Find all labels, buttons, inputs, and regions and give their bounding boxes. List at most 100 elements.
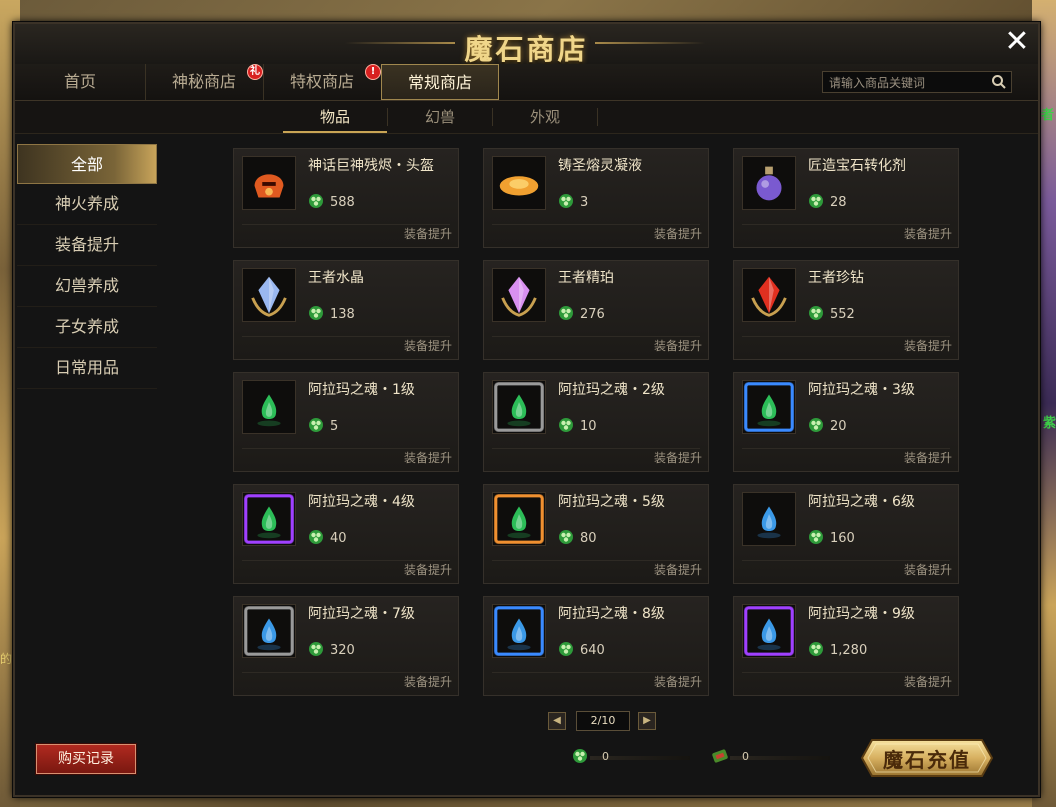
item-price: 5 <box>308 417 338 434</box>
price-value: 320 <box>330 643 355 658</box>
magic-stone-icon <box>808 306 830 322</box>
search-input[interactable] <box>827 73 991 93</box>
item-card[interactable]: 阿拉玛之魂・5级 80 装备提升 <box>483 484 709 584</box>
item-category: 装备提升 <box>653 227 702 241</box>
sidebar-item-equipment[interactable]: 装备提升 <box>17 225 157 266</box>
item-name: 阿拉玛之魂・7级 <box>308 606 415 622</box>
price-value: 10 <box>580 419 597 434</box>
magic-stone-icon <box>573 749 587 763</box>
item-card[interactable]: 王者珍钻 552 装备提升 <box>733 260 959 360</box>
category-sidebar: 全部 神火养成 装备提升 幻兽养成 子女养成 日常用品 <box>17 144 157 389</box>
magic-stone-icon <box>808 194 830 210</box>
subtab-appearance[interactable]: 外观 <box>493 101 597 133</box>
search-icon[interactable] <box>991 74 1007 90</box>
background-game-text: 紫 <box>1042 416 1056 431</box>
tab-mystery-shop[interactable]: 神秘商店 <box>145 64 264 100</box>
item-category: 装备提升 <box>403 339 452 353</box>
item-card[interactable]: 神话巨神残烬・头盔 588 装备提升 <box>233 148 459 248</box>
sidebar-item-all[interactable]: 全部 <box>17 144 157 184</box>
item-card[interactable]: 阿拉玛之魂・1级 5 装备提升 <box>233 372 459 472</box>
price-value: 160 <box>830 531 855 546</box>
item-price: 552 <box>808 305 855 322</box>
item-name: 匠造宝石转化剂 <box>808 158 906 174</box>
price-value: 20 <box>830 419 847 434</box>
item-category: 装备提升 <box>903 563 952 577</box>
magic-stone-icon <box>308 418 330 434</box>
item-card[interactable]: 阿拉玛之魂・6级 160 装备提升 <box>733 484 959 584</box>
shop-window: 魔石商店 ✕ 首页 神秘商店 礼 特权商店 ! 常规商店 物品 幻兽 外观 全部… <box>13 22 1040 797</box>
sidebar-item-divine-fire[interactable]: 神火养成 <box>17 184 157 225</box>
price-value: 28 <box>830 195 847 210</box>
price-value: 5 <box>330 419 339 434</box>
balance-value: 0 <box>742 750 749 763</box>
item-category: 装备提升 <box>403 563 452 577</box>
item-category: 装备提升 <box>653 675 702 689</box>
recharge-label: 魔石充值 <box>883 748 971 772</box>
alert-badge-icon: ! <box>365 64 381 80</box>
magic-stone-icon <box>558 642 580 658</box>
potion-bottle-icon <box>742 156 796 210</box>
green-soul-flame-icon <box>492 492 546 546</box>
item-category: 装备提升 <box>903 675 952 689</box>
gift-badge-icon: 礼 <box>247 64 263 80</box>
item-name: 王者精珀 <box>558 270 614 286</box>
magic-stone-icon <box>558 194 580 210</box>
item-price: 138 <box>308 305 355 322</box>
subtab-items[interactable]: 物品 <box>283 101 387 133</box>
item-price: 10 <box>558 417 597 434</box>
sidebar-item-children[interactable]: 子女养成 <box>17 307 157 348</box>
green-soul-flame-icon <box>742 380 796 434</box>
item-card[interactable]: 匠造宝石转化剂 28 装备提升 <box>733 148 959 248</box>
close-icon[interactable]: ✕ <box>1002 27 1032 58</box>
item-name: 阿拉玛之魂・4级 <box>308 494 415 510</box>
magic-stone-icon <box>308 194 330 210</box>
price-value: 552 <box>830 307 855 322</box>
item-card[interactable]: 阿拉玛之魂・9级 1,280 装备提升 <box>733 596 959 696</box>
background-game-text: 的 <box>0 652 13 666</box>
magic-stone-icon <box>308 530 330 546</box>
tab-regular-shop[interactable]: 常规商店 <box>381 64 499 100</box>
item-card[interactable]: 阿拉玛之魂・7级 320 装备提升 <box>233 596 459 696</box>
blue-crystal-icon <box>242 268 296 322</box>
sidebar-item-daily[interactable]: 日常用品 <box>17 348 157 389</box>
item-category: 装备提升 <box>653 339 702 353</box>
green-soul-flame-icon <box>492 380 546 434</box>
item-price: 276 <box>558 305 605 322</box>
item-category: 装备提升 <box>403 675 452 689</box>
item-card[interactable]: 阿拉玛之魂・8级 640 装备提升 <box>483 596 709 696</box>
item-card[interactable]: 阿拉玛之魂・2级 10 装备提升 <box>483 372 709 472</box>
item-grid: 神话巨神残烬・头盔 588 装备提升 铸圣熔灵凝液 3 装备提升 匠造宝石转化剂 28 装备提升… <box>233 148 963 698</box>
price-value: 1,280 <box>830 643 868 658</box>
purple-amber-icon <box>492 268 546 322</box>
item-card[interactable]: 铸圣熔灵凝液 3 装备提升 <box>483 148 709 248</box>
magic-stone-icon <box>308 306 330 322</box>
subtab-pets[interactable]: 幻兽 <box>388 101 492 133</box>
item-price: 80 <box>558 529 597 546</box>
item-name: 阿拉玛之魂・6级 <box>808 494 915 510</box>
sidebar-item-pet-growth[interactable]: 幻兽养成 <box>17 266 157 307</box>
prev-page-icon[interactable]: ◀ <box>548 712 566 730</box>
next-page-icon[interactable]: ▶ <box>638 712 656 730</box>
green-soul-flame-icon <box>242 492 296 546</box>
item-price: 28 <box>808 193 847 210</box>
item-card[interactable]: 王者水晶 138 装备提升 <box>233 260 459 360</box>
magic-stone-icon <box>808 530 830 546</box>
item-card[interactable]: 阿拉玛之魂・3级 20 装备提升 <box>733 372 959 472</box>
tab-privilege-shop[interactable]: 特权商店 <box>263 64 382 100</box>
item-card[interactable]: 阿拉玛之魂・4级 40 装备提升 <box>233 484 459 584</box>
fire-helmet-icon <box>242 156 296 210</box>
purchase-history-button[interactable]: 购买记录 <box>36 744 136 774</box>
price-value: 3 <box>580 195 589 210</box>
item-card[interactable]: 王者精珀 276 装备提升 <box>483 260 709 360</box>
window-title: 魔石商店 <box>464 33 589 66</box>
tab-home[interactable]: 首页 <box>15 64 146 100</box>
tab-label: 神秘商店 <box>171 72 236 91</box>
recharge-button[interactable]: 魔石充值 <box>860 738 994 778</box>
magic-stone-icon <box>808 418 830 434</box>
item-price: 20 <box>808 417 847 434</box>
blue-soul-flame-icon <box>242 604 296 658</box>
price-value: 40 <box>330 531 347 546</box>
page-indicator: 2/10 <box>576 711 630 731</box>
item-name: 神话巨神残烬・头盔 <box>308 158 434 174</box>
price-value: 276 <box>580 307 605 322</box>
